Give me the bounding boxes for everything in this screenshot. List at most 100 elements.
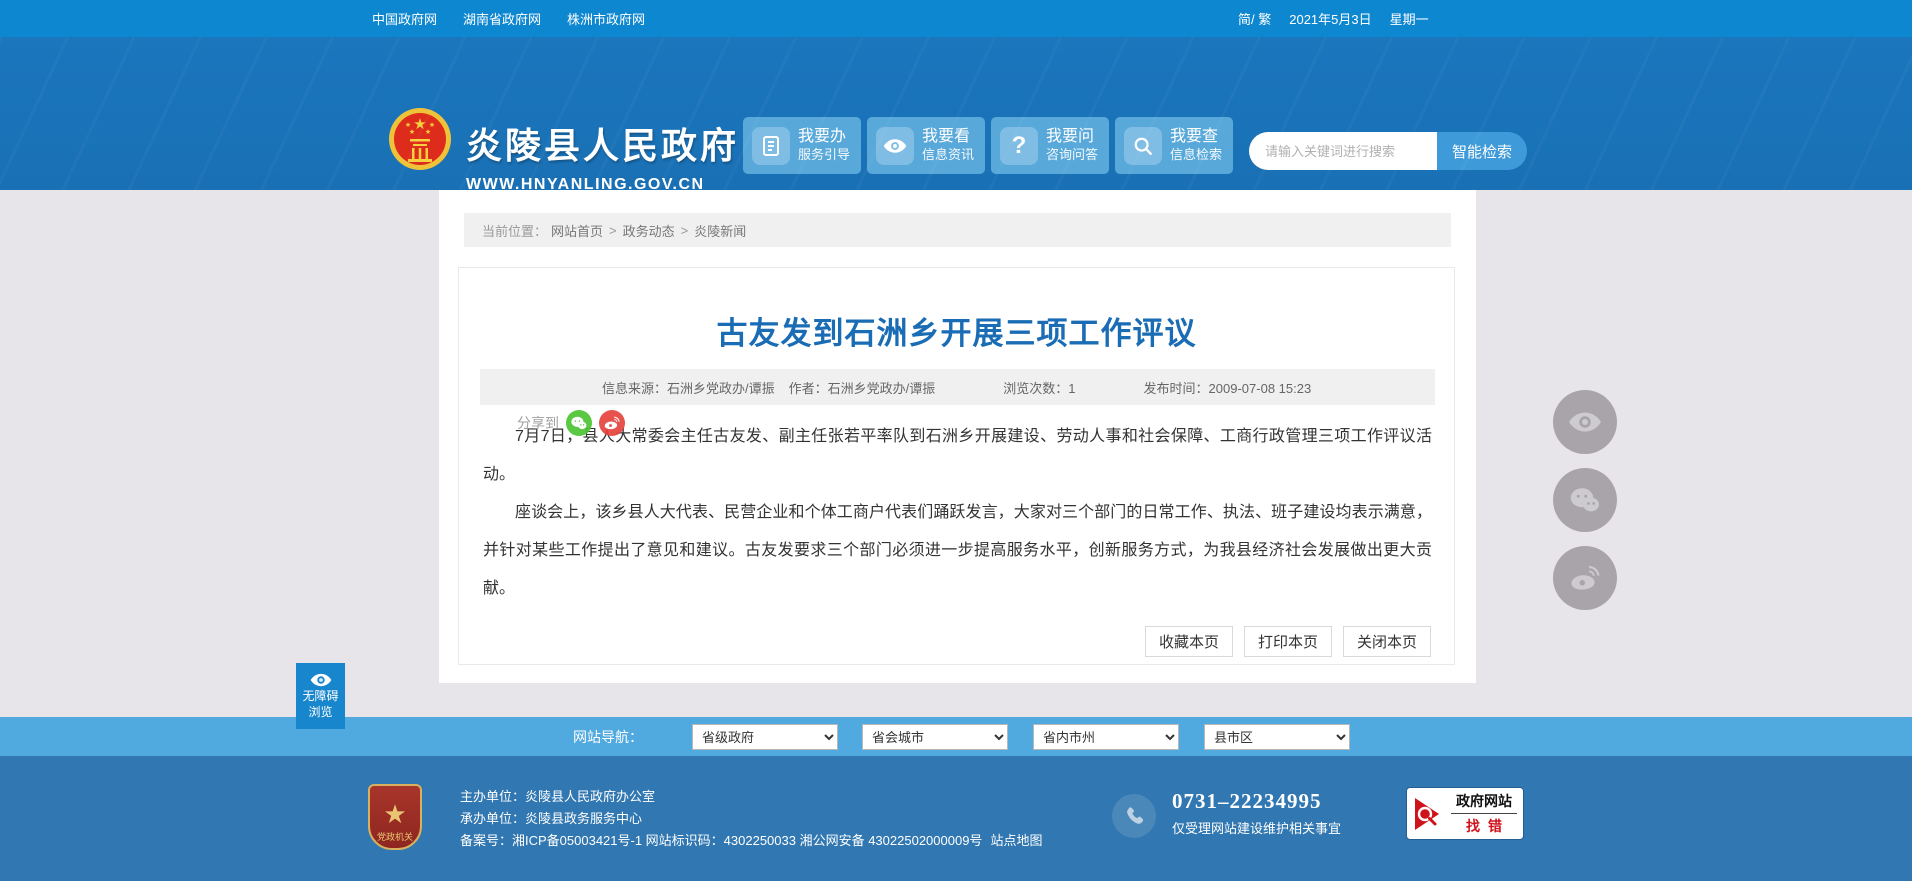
content-card: 当前位置： 网站首页 > 政务动态 > 炎陵新闻 古友发到石洲乡开展三项工作评议… xyxy=(439,190,1476,683)
meta-author-value: 石洲乡党政办/谭振 xyxy=(827,380,936,396)
current-weekday: 星期一 xyxy=(1389,12,1429,27)
svg-text:★: ★ xyxy=(405,121,411,129)
page: 中国政府网 湖南省政府网 株洲市政府网 简/ 繁 2021年5月3日 星期一 ★… xyxy=(0,0,1912,881)
eye-icon[interactable] xyxy=(1553,390,1617,454)
quick-button-title: 我要办 xyxy=(798,128,847,146)
content-area: 当前位置： 网站首页 > 政务动态 > 炎陵新闻 古友发到石洲乡开展三项工作评议… xyxy=(0,190,1912,717)
shield-label: 党政机关 xyxy=(376,832,413,842)
floating-share-bar xyxy=(1553,390,1617,610)
accessibility-label-line1: 无障碍 xyxy=(302,689,339,703)
national-emblem-logo: ★ ★ ★ ★ ★ xyxy=(389,108,451,170)
lang-toggle[interactable]: 简/ 繁 xyxy=(1238,9,1271,28)
current-date: 2021年5月3日 xyxy=(1289,12,1372,27)
svg-text:★: ★ xyxy=(429,121,435,129)
quick-button-subtitle: 信息资讯 xyxy=(922,147,975,163)
site-header: ★ ★ ★ ★ ★ 炎陵县人民政府 WWW.HNYANLING.GOV.CN 我… xyxy=(0,37,1912,193)
breadcrumb: 当前位置： 网站首页 > 政务动态 > 炎陵新闻 xyxy=(464,213,1451,247)
breadcrumb-gov-news[interactable]: 政务动态 xyxy=(623,221,675,240)
site-nav-label: 网站导航： xyxy=(573,728,643,745)
capital-city-select[interactable]: 省会城市 xyxy=(862,724,1008,750)
undertaker-label: 承办单位： xyxy=(460,811,526,826)
error-badge-line1: 政府网站 xyxy=(1451,791,1517,814)
wechat-icon[interactable] xyxy=(1553,468,1617,532)
phone-icon xyxy=(1112,794,1156,838)
article-title: 古友发到石洲乡开展三项工作评议 xyxy=(716,316,1197,351)
site-footer: ★ 党政机关 主办单位：炎陵县人民政府办公室 承办单位：炎陵县政务服务中心 备案… xyxy=(0,756,1912,881)
meta-source-label: 信息来源： xyxy=(602,380,668,396)
meta-time-value: 2009-07-08 15:23 xyxy=(1208,380,1312,396)
footer-info: 主办单位：炎陵县人民政府办公室 承办单位：炎陵县政务服务中心 备案号：湘ICP备… xyxy=(460,786,1042,852)
breadcrumb-separator: > xyxy=(680,222,689,238)
organizer-label: 主办单位： xyxy=(460,789,526,804)
quick-button-title: 我要问 xyxy=(1046,128,1095,146)
document-icon xyxy=(752,126,790,165)
footer-nav-strip: 网站导航： 省级政府 省会城市 省内市州 县市区 xyxy=(0,717,1912,756)
gov-links: 中国政府网 湖南省政府网 株洲市政府网 xyxy=(372,0,645,37)
svg-text:★: ★ xyxy=(409,128,415,136)
article-body: 7月7日，县人大常委会主任古友发、副主任张若平率队到石洲乡开展建设、劳动人事和社… xyxy=(483,418,1432,608)
link-china-gov[interactable]: 中国政府网 xyxy=(372,9,437,28)
link-hunan-gov[interactable]: 湖南省政府网 xyxy=(463,9,541,28)
quick-button-subtitle: 服务引导 xyxy=(798,147,851,163)
breadcrumb-label: 当前位置： xyxy=(482,223,548,239)
paragraph: 座谈会上，该乡县人大代表、民营企业和个体工商户代表们踊跃发言，大家对三个部门的日… xyxy=(483,504,1432,597)
info-news-button[interactable]: 我要看 信息资讯 xyxy=(867,117,985,174)
quick-button-title: 我要看 xyxy=(922,128,971,146)
share-label: 分享到 xyxy=(517,415,559,431)
search-input[interactable] xyxy=(1249,132,1437,170)
svg-text:★: ★ xyxy=(425,128,431,136)
weibo-icon[interactable] xyxy=(1553,546,1617,610)
wechat-share-icon[interactable] xyxy=(566,410,592,436)
smart-search-button[interactable]: 智能检索 xyxy=(1437,132,1527,170)
article: 古友发到石洲乡开展三项工作评议 信息来源：石洲乡党政办/谭振 作者：石洲乡党政办… xyxy=(458,267,1455,665)
site-map-link[interactable]: 站点地图 xyxy=(990,833,1042,848)
contact-phone: 0731–22234995 xyxy=(1172,789,1322,813)
phone-note: 仅受理网站建设维护相关事宜 xyxy=(1172,821,1342,836)
bookmark-page-button[interactable]: 收藏本页 xyxy=(1144,626,1233,657)
paragraph: 7月7日，县人大常委会主任古友发、副主任张若平率队到石洲乡开展建设、劳动人事和社… xyxy=(483,428,1432,483)
quick-service-buttons: 我要办 服务引导 我要看 信息资讯 ? 我要问 咨询问答 我要查 信息检索 xyxy=(743,117,1233,174)
site-title: 炎陵县人民政府 xyxy=(466,125,740,166)
meta-views-label: 浏览次数： xyxy=(1003,380,1069,396)
meta-author-label: 作者： xyxy=(788,380,828,396)
share-widget: 分享到 xyxy=(517,410,625,436)
meta-source-value: 石洲乡党政办/谭振 xyxy=(667,380,775,396)
province-cities-select[interactable]: 省内市州 xyxy=(1033,724,1179,750)
service-guide-button[interactable]: 我要办 服务引导 xyxy=(743,117,861,174)
breadcrumb-home[interactable]: 网站首页 xyxy=(551,221,603,240)
search-icon xyxy=(1124,126,1162,165)
party-gov-shield-badge: ★ 党政机关 xyxy=(368,784,422,850)
info-search-button[interactable]: 我要查 信息检索 xyxy=(1115,117,1233,174)
gov-website-error-report-badge[interactable]: 政府网站 找错 xyxy=(1406,787,1524,840)
article-actions: 收藏本页 打印本页 关闭本页 xyxy=(1144,626,1431,657)
error-finder-icon xyxy=(1415,797,1439,830)
icp-record: 备案号：湘ICP备05003421号-1 网站标识码：4302250033 湘公… xyxy=(460,833,983,848)
breadcrumb-separator: > xyxy=(609,222,617,238)
question-icon: ? xyxy=(1000,126,1038,165)
close-page-button[interactable]: 关闭本页 xyxy=(1342,626,1431,657)
shield-emblem-icon: ★ xyxy=(383,799,407,829)
top-bar: 中国政府网 湖南省政府网 株洲市政府网 简/ 繁 2021年5月3日 星期一 xyxy=(0,0,1912,37)
print-page-button[interactable]: 打印本页 xyxy=(1243,626,1332,657)
brand: 炎陵县人民政府 WWW.HNYANLING.GOV.CN xyxy=(466,117,739,194)
county-district-select[interactable]: 县市区 xyxy=(1204,724,1350,750)
site-search: 智能检索 xyxy=(1249,132,1527,170)
eye-icon xyxy=(310,673,331,687)
accessibility-browse-button[interactable]: 无障碍 浏览 xyxy=(296,663,345,729)
accessibility-label-line2: 浏览 xyxy=(308,705,333,719)
quick-button-subtitle: 咨询问答 xyxy=(1046,147,1099,163)
meta-views-value: 1 xyxy=(1068,380,1076,396)
undertaker-value: 炎陵县政务服务中心 xyxy=(525,811,643,826)
link-zhuzhou-gov[interactable]: 株洲市政府网 xyxy=(567,9,645,28)
quick-button-title: 我要查 xyxy=(1170,128,1219,146)
meta-time-label: 发布时间： xyxy=(1143,380,1209,396)
organizer-value: 炎陵县人民政府办公室 xyxy=(525,789,656,804)
provincial-gov-select[interactable]: 省级政府 xyxy=(692,724,838,750)
topbar-right: 简/ 繁 2021年5月3日 星期一 xyxy=(1238,0,1429,37)
consult-qa-button[interactable]: ? 我要问 咨询问答 xyxy=(991,117,1109,174)
quick-button-subtitle: 信息检索 xyxy=(1170,147,1223,163)
error-badge-line2: 找错 xyxy=(1466,818,1510,834)
article-meta: 信息来源：石洲乡党政办/谭振 作者：石洲乡党政办/谭振 浏览次数：1 发布时间：… xyxy=(480,369,1435,405)
breadcrumb-yanling-news[interactable]: 炎陵新闻 xyxy=(694,221,746,240)
weibo-share-icon[interactable] xyxy=(599,410,625,436)
